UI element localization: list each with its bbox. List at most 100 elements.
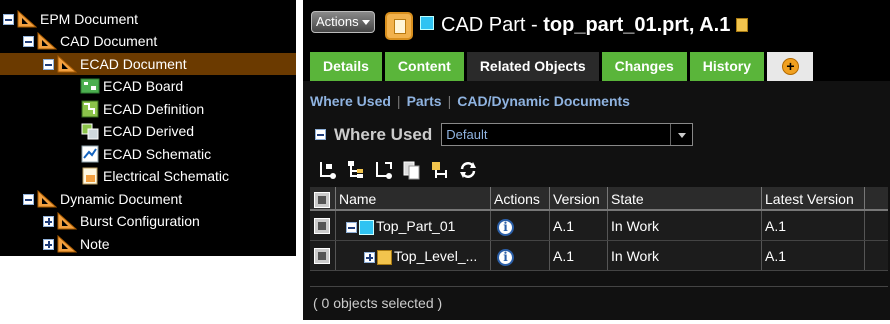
row-name-link[interactable]: Top_Part_01 bbox=[376, 218, 455, 234]
tree-node-label: ECAD Board bbox=[103, 78, 184, 94]
collapse-icon[interactable] bbox=[346, 221, 357, 233]
tree-node-label: Electrical Schematic bbox=[103, 168, 230, 184]
view-select[interactable]: Default bbox=[441, 123, 694, 146]
tree-node-ecad-derived[interactable]: ECAD Derived bbox=[80, 120, 290, 142]
select-all-checkbox[interactable] bbox=[314, 192, 330, 208]
collapse-icon[interactable] bbox=[3, 13, 14, 25]
column-header-spacer bbox=[865, 187, 888, 209]
insert-tree-icon[interactable] bbox=[345, 159, 367, 181]
collapse-icon[interactable] bbox=[43, 58, 54, 70]
triangle-ruler-icon bbox=[57, 212, 77, 230]
info-icon[interactable]: i bbox=[497, 218, 514, 236]
expand-icon[interactable] bbox=[43, 215, 54, 227]
tab-bar: Details Content Related Objects Changes … bbox=[310, 52, 816, 81]
view-select-value: Default bbox=[446, 127, 488, 142]
info-icon[interactable]: i bbox=[497, 248, 514, 266]
collapse-icon[interactable] bbox=[315, 129, 326, 140]
tree-node-cad-document[interactable]: CAD Document bbox=[23, 30, 293, 52]
title-bar: Actions CAD Part - top_part_01.prt, A.1 bbox=[303, 0, 890, 50]
tree-node-dynamic-document[interactable]: Dynamic Document bbox=[23, 188, 293, 210]
add-tab-button[interactable]: + bbox=[767, 52, 813, 81]
subnav-separator: | bbox=[396, 93, 401, 109]
where-used-header: Where Used Default bbox=[315, 123, 694, 146]
tab-details[interactable]: Details bbox=[310, 52, 382, 81]
tree-node-electrical-schematic[interactable]: Electrical Schematic bbox=[80, 165, 295, 187]
electrical-schematic-icon bbox=[80, 167, 100, 185]
tree-node-note[interactable]: Note bbox=[43, 233, 293, 255]
column-header-actions[interactable]: Actions bbox=[491, 187, 550, 209]
tree-node-label: ECAD Derived bbox=[103, 123, 195, 139]
row-checkbox[interactable] bbox=[314, 248, 330, 264]
object-type: CAD Part - bbox=[441, 14, 544, 36]
column-header-state[interactable]: State bbox=[608, 187, 762, 209]
tree-node-label: ECAD Document bbox=[80, 56, 187, 72]
triangle-ruler-icon bbox=[57, 235, 77, 253]
table-row[interactable]: Top_Level_... i A.1 In Work A.1 bbox=[310, 241, 888, 271]
table-toolbar bbox=[317, 159, 485, 181]
column-header-latest-version[interactable]: Latest Version bbox=[762, 187, 865, 209]
note-icon bbox=[736, 18, 749, 32]
ecad-schematic-icon bbox=[80, 145, 100, 163]
version-cell: A.1 bbox=[550, 211, 608, 240]
latest-version-cell: A.1 bbox=[762, 211, 865, 240]
page-title: CAD Part - top_part_01.prt, A.1 bbox=[441, 14, 749, 37]
chevron-down-icon bbox=[670, 124, 692, 145]
tree-node-epm-document[interactable]: EPM Document bbox=[3, 8, 293, 30]
collapse-icon[interactable] bbox=[23, 35, 34, 47]
row-name-link[interactable]: Top_Level_... bbox=[394, 248, 477, 264]
triangle-ruler-icon bbox=[17, 10, 37, 28]
insert-child-icon[interactable] bbox=[317, 159, 339, 181]
tab-history[interactable]: History bbox=[689, 52, 764, 81]
table-row[interactable]: Top_Part_01 i A.1 In Work A.1 bbox=[310, 211, 888, 241]
column-header-name[interactable]: Name bbox=[336, 187, 491, 209]
add-icon: + bbox=[782, 58, 799, 75]
name-cell: Top_Level_... bbox=[336, 241, 491, 270]
actions-cell: i bbox=[491, 211, 550, 240]
expand-icon[interactable] bbox=[373, 159, 395, 181]
cad-part-icon bbox=[359, 219, 374, 235]
tab-content[interactable]: Content bbox=[384, 52, 464, 81]
triangle-ruler-icon bbox=[37, 190, 57, 208]
expand-icon[interactable] bbox=[43, 238, 54, 250]
set-filter-icon[interactable] bbox=[429, 159, 451, 181]
where-used-table: Name Actions Version State Latest Versio… bbox=[310, 187, 888, 271]
object-info-panel: Actions CAD Part - top_part_01.prt, A.1 … bbox=[303, 0, 890, 320]
copy-icon[interactable] bbox=[401, 159, 423, 181]
ecad-definition-icon bbox=[80, 100, 100, 118]
tree-node-ecad-definition[interactable]: ECAD Definition bbox=[80, 98, 290, 120]
collapse-icon[interactable] bbox=[23, 193, 34, 205]
column-header-version[interactable]: Version bbox=[550, 187, 608, 209]
ecad-derived-icon bbox=[80, 122, 100, 140]
table-header-row: Name Actions Version State Latest Versio… bbox=[310, 187, 888, 211]
subnav-separator: | bbox=[447, 93, 452, 109]
row-spacer bbox=[865, 241, 888, 270]
selection-status: ( 0 objects selected ) bbox=[310, 286, 888, 320]
subnav-where-used[interactable]: Where Used bbox=[310, 93, 391, 109]
name-cell: Top_Part_01 bbox=[336, 211, 491, 240]
tab-changes[interactable]: Changes bbox=[601, 52, 687, 81]
subnav-cad-dynamic-documents[interactable]: CAD/Dynamic Documents bbox=[457, 93, 630, 109]
type-tree-panel: EPM Document CAD Document ECAD Document … bbox=[0, 0, 296, 256]
tree-node-label: CAD Document bbox=[60, 33, 158, 49]
tab-related-objects[interactable]: Related Objects bbox=[466, 52, 599, 81]
document-icon bbox=[377, 249, 392, 265]
tree-node-burst-configuration[interactable]: Burst Configuration bbox=[43, 210, 293, 232]
actions-label: Actions bbox=[316, 14, 359, 29]
version-cell: A.1 bbox=[550, 241, 608, 270]
row-select-cell bbox=[310, 241, 336, 270]
state-cell: In Work bbox=[608, 241, 762, 270]
latest-version-cell: A.1 bbox=[762, 241, 865, 270]
row-select-cell bbox=[310, 211, 336, 240]
tree-node-ecad-board[interactable]: ECAD Board bbox=[80, 75, 290, 97]
refresh-icon[interactable] bbox=[457, 159, 479, 181]
tree-node-label: Note bbox=[80, 236, 110, 252]
tree-node-ecad-schematic[interactable]: ECAD Schematic bbox=[80, 143, 290, 165]
tree-node-ecad-document[interactable]: ECAD Document bbox=[0, 53, 296, 75]
expand-icon[interactable] bbox=[364, 251, 375, 263]
tree-node-label: ECAD Schematic bbox=[103, 146, 212, 162]
state-cell: In Work bbox=[608, 211, 762, 240]
subnav-parts[interactable]: Parts bbox=[407, 93, 442, 109]
actions-menu-button[interactable]: Actions bbox=[311, 11, 375, 33]
tab-content-area: Where Used | Parts | CAD/Dynamic Documents W… bbox=[303, 81, 890, 320]
row-checkbox[interactable] bbox=[314, 218, 330, 234]
